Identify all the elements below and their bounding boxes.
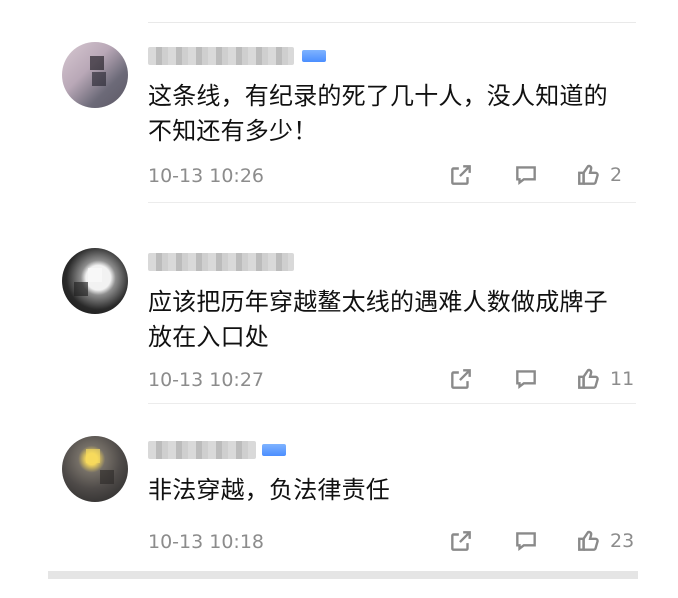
reply-button[interactable] — [513, 528, 539, 554]
like-count: 2 — [610, 164, 623, 186]
thumbs-up-icon — [576, 366, 602, 392]
thumbs-up-icon — [576, 162, 602, 188]
timestamp: 10-13 10:27 — [148, 369, 265, 391]
share-button[interactable] — [448, 366, 474, 392]
bottom-divider-band — [48, 571, 638, 579]
like-button[interactable]: 2 — [576, 162, 622, 188]
avatar[interactable] — [62, 42, 128, 108]
comment-icon — [513, 528, 539, 554]
comment-meta: 10-13 10:18 23 — [148, 528, 634, 556]
avatar-pixel — [74, 282, 88, 296]
share-button[interactable] — [448, 162, 474, 188]
comment-meta: 10-13 10:27 11 — [148, 366, 634, 394]
like-button[interactable]: 23 — [576, 528, 634, 554]
username-redacted[interactable] — [148, 47, 294, 65]
timestamp: 10-13 10:26 — [148, 165, 265, 187]
comment-icon — [513, 162, 539, 188]
timestamp: 10-13 10:18 — [148, 531, 265, 553]
comment-icon — [513, 366, 539, 392]
like-count: 23 — [610, 530, 635, 552]
comment-divider — [148, 403, 636, 404]
avatar[interactable] — [62, 248, 128, 314]
comment-list: 这条线，有纪录的死了几十人，没人知道的 不知还有多少！ 10-13 10:26 … — [0, 0, 678, 598]
comment-text: 非法穿越，负法律责任 — [148, 476, 390, 504]
avatar[interactable] — [62, 436, 128, 502]
thumbs-up-icon — [576, 528, 602, 554]
like-count: 11 — [610, 368, 635, 390]
username-redacted[interactable] — [148, 441, 256, 459]
share-icon — [448, 528, 474, 554]
comment-text: 应该把历年穿越鳌太线的遇难人数做成牌子 放在入口处 — [148, 288, 608, 351]
share-icon — [448, 162, 474, 188]
share-icon — [448, 366, 474, 392]
vip-icon — [302, 50, 326, 62]
comment-divider — [148, 202, 636, 203]
avatar-pixel — [92, 72, 106, 86]
avatar-pixel — [100, 470, 114, 484]
reply-button[interactable] — [513, 366, 539, 392]
vip-icon — [262, 444, 286, 456]
top-divider — [148, 22, 636, 23]
username-redacted[interactable] — [148, 253, 294, 271]
avatar-pixel — [86, 449, 100, 463]
reply-button[interactable] — [513, 162, 539, 188]
comment-meta: 10-13 10:26 2 — [148, 162, 634, 190]
comment-text: 这条线，有纪录的死了几十人，没人知道的 不知还有多少！ — [148, 82, 608, 145]
avatar-pixel — [90, 56, 104, 70]
like-button[interactable]: 11 — [576, 366, 634, 392]
avatar-pixel — [88, 268, 102, 282]
share-button[interactable] — [448, 528, 474, 554]
